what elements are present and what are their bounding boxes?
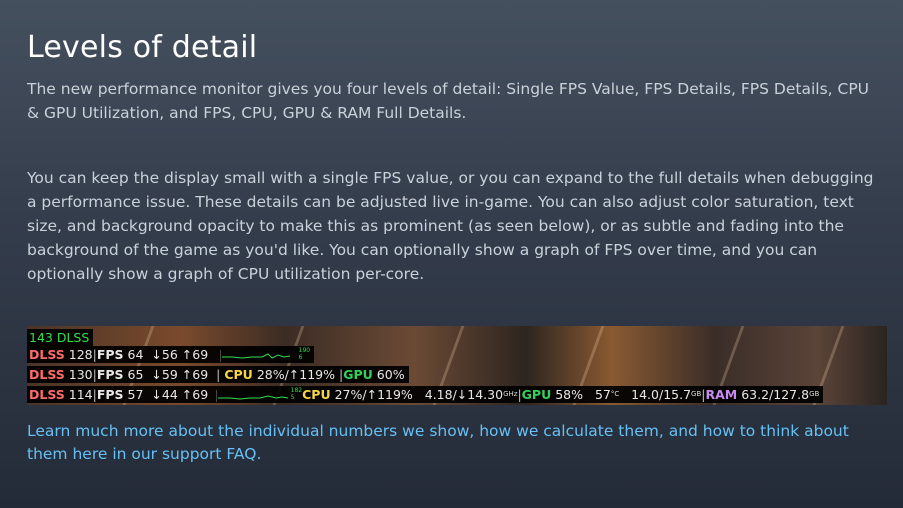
fps-high: ↑69 xyxy=(181,347,209,362)
fps-high: ↑69 xyxy=(181,367,209,382)
cpu-clock: 4.18/↓14.30 xyxy=(424,387,504,402)
fps-graph: 182 5 xyxy=(216,387,302,403)
overlay-cpu-gpu-details: DLSS 130|FPS 65 ↓59 ↑69 | CPU 28%/↑119% … xyxy=(27,366,409,383)
overlay-full-details: DLSS 114|FPS 57 ↓44 ↑69 182 5 CPU 27%/↑11… xyxy=(27,386,824,403)
fps-low: ↓59 xyxy=(151,367,178,382)
dlss-label: DLSS xyxy=(29,347,65,362)
fps-value: 57 xyxy=(127,387,144,402)
gpu-value: 60% xyxy=(376,367,405,382)
performance-overlay-screenshot: 143 DLSS DLSS 128|FPS 64 ↓56 ↑69 190 6 DL… xyxy=(27,326,887,405)
section-title: Levels of detail xyxy=(27,30,258,65)
dlss-label: DLSS xyxy=(29,387,65,402)
fps-value: 65 xyxy=(127,367,144,382)
cpu-value: 27%/↑119% xyxy=(334,387,413,402)
fps-low: ↓44 xyxy=(151,387,178,402)
gpu-value: 58% xyxy=(555,387,584,402)
overlay-single-fps: 143 DLSS xyxy=(27,329,94,346)
fps-graph: 190 6 xyxy=(220,347,310,363)
intro-paragraph: The new performance monitor gives you fo… xyxy=(27,80,870,122)
dlss-value: 130 xyxy=(68,367,93,382)
vram-value: 14.0/15.7 xyxy=(631,387,692,402)
cpu-label: CPU xyxy=(302,387,331,402)
dlss-value: 114 xyxy=(68,387,93,402)
fps-value: 64 xyxy=(127,347,144,362)
fps-high: ↑69 xyxy=(181,387,209,402)
support-faq-link[interactable]: Learn much more about the individual num… xyxy=(27,420,887,466)
cpu-value: 28%/↑119% xyxy=(256,367,336,382)
fps-label: FPS xyxy=(96,347,124,362)
details-paragraph: You can keep the display small with a si… xyxy=(27,169,874,283)
gpu-temp: 57 xyxy=(594,387,611,402)
cpu-label: CPU xyxy=(224,367,253,382)
dlss-value: 128 xyxy=(68,347,93,362)
fps-low: ↓56 xyxy=(151,347,178,362)
dlss-label: DLSS xyxy=(29,367,65,382)
overlay-fps-details: DLSS 128|FPS 64 ↓56 ↑69 190 6 xyxy=(27,346,315,363)
gpu-label: GPU xyxy=(343,367,373,382)
fps-label: FPS xyxy=(96,387,124,402)
gpu-label: GPU xyxy=(521,387,552,402)
ram-label: RAM xyxy=(705,387,738,402)
ram-value: 63.2/127.8 xyxy=(741,387,810,402)
fps-label: FPS xyxy=(96,367,124,382)
